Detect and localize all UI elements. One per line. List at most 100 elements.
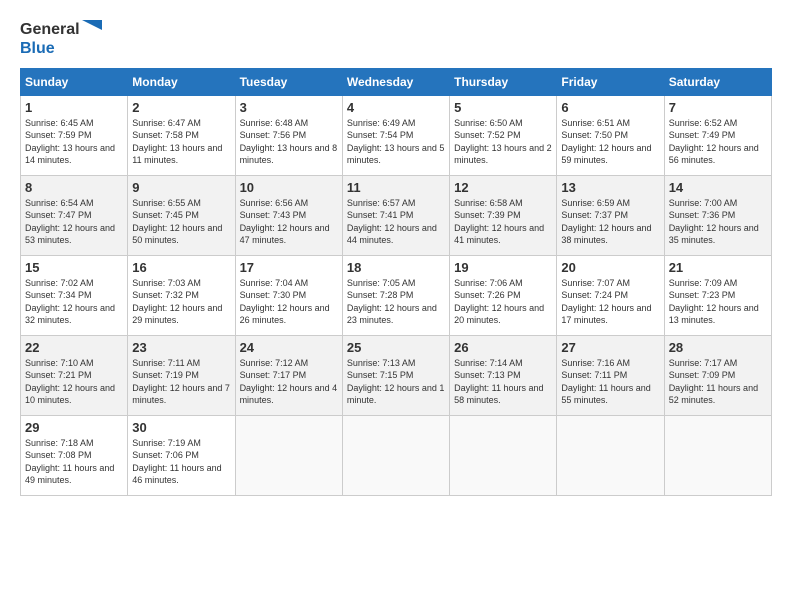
- day-header-saturday: Saturday: [664, 68, 771, 95]
- day-number: 5: [454, 100, 552, 115]
- week-row-5: 29 Sunrise: 7:18 AM Sunset: 7:08 PM Dayl…: [21, 415, 772, 495]
- header-row: SundayMondayTuesdayWednesdayThursdayFrid…: [21, 68, 772, 95]
- sunset-label: Sunset: 7:17 PM: [240, 370, 307, 380]
- sunset-label: Sunset: 7:49 PM: [669, 130, 736, 140]
- day-info: Sunrise: 7:02 AM Sunset: 7:34 PM Dayligh…: [25, 277, 123, 327]
- day-number: 24: [240, 340, 338, 355]
- day-info: Sunrise: 6:55 AM Sunset: 7:45 PM Dayligh…: [132, 197, 230, 247]
- daylight-label: Daylight: 12 hours and 10 minutes.: [25, 383, 115, 406]
- sunrise-label: Sunrise: 7:09 AM: [669, 278, 738, 288]
- sunrise-label: Sunrise: 7:14 AM: [454, 358, 523, 368]
- day-info: Sunrise: 7:10 AM Sunset: 7:21 PM Dayligh…: [25, 357, 123, 407]
- calendar-cell: 19 Sunrise: 7:06 AM Sunset: 7:26 PM Dayl…: [450, 255, 557, 335]
- daylight-label: Daylight: 12 hours and 38 minutes.: [561, 223, 651, 246]
- calendar-cell: 4 Sunrise: 6:49 AM Sunset: 7:54 PM Dayli…: [342, 95, 449, 175]
- sunrise-label: Sunrise: 7:11 AM: [132, 358, 200, 368]
- sunrise-label: Sunrise: 7:16 AM: [561, 358, 630, 368]
- day-number: 23: [132, 340, 230, 355]
- day-number: 10: [240, 180, 338, 195]
- day-info: Sunrise: 6:48 AM Sunset: 7:56 PM Dayligh…: [240, 117, 338, 167]
- sunset-label: Sunset: 7:37 PM: [561, 210, 628, 220]
- sunrise-label: Sunrise: 7:12 AM: [240, 358, 309, 368]
- daylight-label: Daylight: 12 hours and 50 minutes.: [132, 223, 222, 246]
- daylight-label: Daylight: 12 hours and 13 minutes.: [669, 303, 759, 326]
- daylight-label: Daylight: 11 hours and 49 minutes.: [25, 463, 114, 486]
- calendar-cell: 17 Sunrise: 7:04 AM Sunset: 7:30 PM Dayl…: [235, 255, 342, 335]
- week-row-4: 22 Sunrise: 7:10 AM Sunset: 7:21 PM Dayl…: [21, 335, 772, 415]
- day-number: 14: [669, 180, 767, 195]
- page-header: General Blue: [20, 20, 772, 58]
- day-info: Sunrise: 7:12 AM Sunset: 7:17 PM Dayligh…: [240, 357, 338, 407]
- day-number: 25: [347, 340, 445, 355]
- day-header-sunday: Sunday: [21, 68, 128, 95]
- day-info: Sunrise: 6:51 AM Sunset: 7:50 PM Dayligh…: [561, 117, 659, 167]
- week-row-3: 15 Sunrise: 7:02 AM Sunset: 7:34 PM Dayl…: [21, 255, 772, 335]
- sunrise-label: Sunrise: 6:58 AM: [454, 198, 523, 208]
- calendar-cell: 1 Sunrise: 6:45 AM Sunset: 7:59 PM Dayli…: [21, 95, 128, 175]
- day-info: Sunrise: 7:16 AM Sunset: 7:11 PM Dayligh…: [561, 357, 659, 407]
- calendar-cell: 30 Sunrise: 7:19 AM Sunset: 7:06 PM Dayl…: [128, 415, 235, 495]
- logo: General Blue: [20, 20, 102, 58]
- calendar-cell: 23 Sunrise: 7:11 AM Sunset: 7:19 PM Dayl…: [128, 335, 235, 415]
- calendar-cell: 15 Sunrise: 7:02 AM Sunset: 7:34 PM Dayl…: [21, 255, 128, 335]
- sunset-label: Sunset: 7:15 PM: [347, 370, 414, 380]
- day-info: Sunrise: 7:05 AM Sunset: 7:28 PM Dayligh…: [347, 277, 445, 327]
- calendar-cell: 5 Sunrise: 6:50 AM Sunset: 7:52 PM Dayli…: [450, 95, 557, 175]
- day-header-monday: Monday: [128, 68, 235, 95]
- daylight-label: Daylight: 11 hours and 58 minutes.: [454, 383, 543, 406]
- day-number: 27: [561, 340, 659, 355]
- week-row-1: 1 Sunrise: 6:45 AM Sunset: 7:59 PM Dayli…: [21, 95, 772, 175]
- calendar-cell: 11 Sunrise: 6:57 AM Sunset: 7:41 PM Dayl…: [342, 175, 449, 255]
- day-number: 22: [25, 340, 123, 355]
- daylight-label: Daylight: 12 hours and 1 minute.: [347, 383, 445, 406]
- sunrise-label: Sunrise: 6:48 AM: [240, 118, 309, 128]
- sunset-label: Sunset: 7:41 PM: [347, 210, 414, 220]
- day-number: 15: [25, 260, 123, 275]
- day-info: Sunrise: 6:57 AM Sunset: 7:41 PM Dayligh…: [347, 197, 445, 247]
- sunrise-label: Sunrise: 7:03 AM: [132, 278, 201, 288]
- week-row-2: 8 Sunrise: 6:54 AM Sunset: 7:47 PM Dayli…: [21, 175, 772, 255]
- calendar-cell: 10 Sunrise: 6:56 AM Sunset: 7:43 PM Dayl…: [235, 175, 342, 255]
- sunrise-label: Sunrise: 6:49 AM: [347, 118, 416, 128]
- day-info: Sunrise: 7:18 AM Sunset: 7:08 PM Dayligh…: [25, 437, 123, 487]
- day-number: 28: [669, 340, 767, 355]
- calendar-cell: 27 Sunrise: 7:16 AM Sunset: 7:11 PM Dayl…: [557, 335, 664, 415]
- sunset-label: Sunset: 7:54 PM: [347, 130, 414, 140]
- sunset-label: Sunset: 7:23 PM: [669, 290, 736, 300]
- daylight-label: Daylight: 12 hours and 20 minutes.: [454, 303, 544, 326]
- sunset-label: Sunset: 7:50 PM: [561, 130, 628, 140]
- day-info: Sunrise: 6:52 AM Sunset: 7:49 PM Dayligh…: [669, 117, 767, 167]
- sunrise-label: Sunrise: 6:57 AM: [347, 198, 416, 208]
- daylight-label: Daylight: 12 hours and 17 minutes.: [561, 303, 651, 326]
- sunset-label: Sunset: 7:58 PM: [132, 130, 199, 140]
- calendar-cell: 26 Sunrise: 7:14 AM Sunset: 7:13 PM Dayl…: [450, 335, 557, 415]
- daylight-label: Daylight: 12 hours and 44 minutes.: [347, 223, 437, 246]
- day-info: Sunrise: 7:17 AM Sunset: 7:09 PM Dayligh…: [669, 357, 767, 407]
- day-number: 29: [25, 420, 123, 435]
- day-number: 7: [669, 100, 767, 115]
- day-info: Sunrise: 7:13 AM Sunset: 7:15 PM Dayligh…: [347, 357, 445, 407]
- day-number: 3: [240, 100, 338, 115]
- sunset-label: Sunset: 7:09 PM: [669, 370, 736, 380]
- sunset-label: Sunset: 7:52 PM: [454, 130, 521, 140]
- sunrise-label: Sunrise: 6:59 AM: [561, 198, 630, 208]
- day-number: 2: [132, 100, 230, 115]
- daylight-label: Daylight: 12 hours and 47 minutes.: [240, 223, 330, 246]
- day-number: 9: [132, 180, 230, 195]
- day-header-wednesday: Wednesday: [342, 68, 449, 95]
- day-number: 11: [347, 180, 445, 195]
- calendar-cell: 28 Sunrise: 7:17 AM Sunset: 7:09 PM Dayl…: [664, 335, 771, 415]
- sunrise-label: Sunrise: 6:55 AM: [132, 198, 201, 208]
- sunrise-label: Sunrise: 6:50 AM: [454, 118, 523, 128]
- day-info: Sunrise: 6:47 AM Sunset: 7:58 PM Dayligh…: [132, 117, 230, 167]
- day-info: Sunrise: 7:09 AM Sunset: 7:23 PM Dayligh…: [669, 277, 767, 327]
- calendar-cell: 13 Sunrise: 6:59 AM Sunset: 7:37 PM Dayl…: [557, 175, 664, 255]
- sunrise-label: Sunrise: 7:13 AM: [347, 358, 416, 368]
- sunrise-label: Sunrise: 7:07 AM: [561, 278, 630, 288]
- day-info: Sunrise: 6:54 AM Sunset: 7:47 PM Dayligh…: [25, 197, 123, 247]
- day-number: 26: [454, 340, 552, 355]
- calendar-cell: 24 Sunrise: 7:12 AM Sunset: 7:17 PM Dayl…: [235, 335, 342, 415]
- daylight-label: Daylight: 13 hours and 5 minutes.: [347, 143, 445, 166]
- calendar-cell: 3 Sunrise: 6:48 AM Sunset: 7:56 PM Dayli…: [235, 95, 342, 175]
- day-info: Sunrise: 7:07 AM Sunset: 7:24 PM Dayligh…: [561, 277, 659, 327]
